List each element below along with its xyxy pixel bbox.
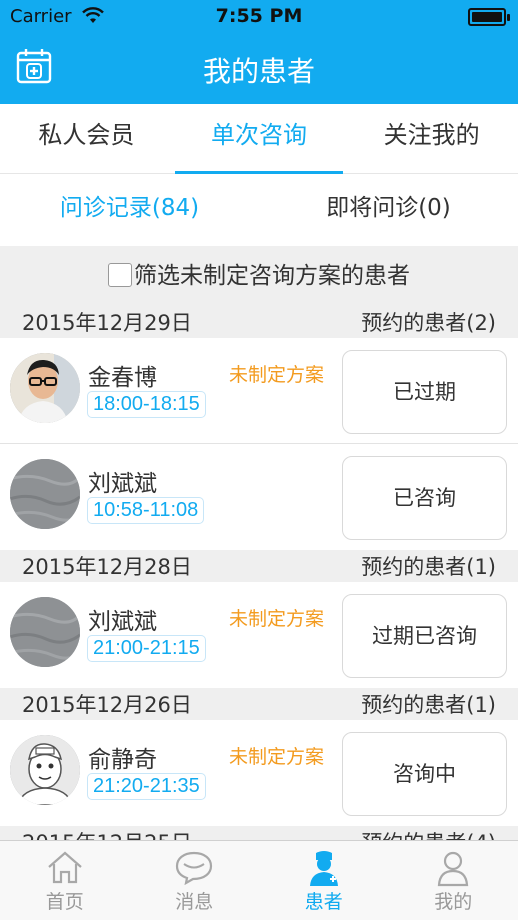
status-bar: Carrier 7:55 PM (0, 0, 518, 34)
tabbar-profile[interactable]: 我的 (389, 841, 518, 920)
time-badge: 10:58-11:08 (87, 497, 205, 524)
status-button[interactable]: 已过期 (342, 350, 507, 434)
avatar (10, 353, 80, 423)
appointment-count: 预约的患者(4) (361, 827, 496, 840)
avatar (10, 597, 80, 667)
appointment-count: 预约的患者(1) (361, 555, 496, 579)
tab-followers[interactable]: 关注我的 (345, 104, 518, 173)
tab-label: 单次咨询 (211, 121, 307, 149)
date-header: 2015年12月29日 预约的患者(2) (0, 306, 518, 338)
tabbar-label: 消息 (175, 891, 214, 913)
bottom-tab-bar: 首页 消息 患者 我的 (0, 840, 518, 920)
filter-checkbox[interactable] (108, 263, 132, 287)
tabbar-label: 患者 (304, 891, 343, 913)
date-label: 2015年12月25日 (22, 827, 192, 840)
avatar (10, 735, 80, 805)
patient-row[interactable]: 金春博 未制定方案 18:00-18:15 已过期 (0, 338, 518, 444)
avatar (10, 459, 80, 529)
unplanned-tag: 未制定方案 (229, 364, 325, 386)
patient-row[interactable]: 刘斌斌 未制定方案 21:00-21:15 过期已咨询 (0, 582, 518, 688)
appointment-count: 预约的患者(1) (361, 693, 496, 717)
patient-list[interactable]: 2015年12月29日 预约的患者(2) 金春博 未制定方案 18:00-18:… (0, 306, 518, 840)
patient-name: 俞静奇 (88, 747, 157, 773)
time-badge: 18:00-18:15 (87, 391, 206, 418)
tabbar-label: 首页 (45, 891, 84, 913)
filter-row[interactable]: 筛选未制定咨询方案的患者 (0, 246, 518, 306)
status-button[interactable]: 已咨询 (342, 456, 507, 540)
sub-tabs: 问诊记录(84) 即将问诊(0) (0, 174, 518, 246)
status-time: 7:55 PM (215, 5, 303, 27)
date-label: 2015年12月29日 (22, 311, 192, 335)
date-label: 2015年12月26日 (22, 693, 192, 717)
patient-nurse-icon (309, 851, 338, 886)
filter-label: 筛选未制定咨询方案的患者 (134, 263, 410, 289)
subtab-upcoming-consults[interactable]: 即将问诊(0) (259, 174, 518, 246)
patient-name: 刘斌斌 (88, 471, 157, 497)
tab-label: 关注我的 (383, 121, 480, 149)
top-tabs: 私人会员 单次咨询 关注我的 (0, 104, 518, 174)
date-header: 2015年12月26日 预约的患者(1) (0, 688, 518, 720)
patient-row[interactable]: 刘斌斌 10:58-11:08 已咨询 (0, 444, 518, 550)
time-badge: 21:00-21:15 (87, 635, 206, 662)
date-header: 2015年12月25日 预约的患者(4) (0, 826, 518, 840)
page-title: 我的患者 (202, 55, 315, 88)
battery-icon (468, 8, 510, 26)
home-icon (48, 851, 82, 884)
tab-single-consult[interactable]: 单次咨询 (173, 104, 346, 174)
tabbar-patients[interactable]: 患者 (259, 841, 389, 920)
user-profile-icon (438, 851, 469, 887)
tabbar-home[interactable]: 首页 (0, 841, 130, 920)
patient-name: 金春博 (88, 365, 157, 391)
patient-name: 刘斌斌 (88, 609, 157, 635)
tabbar-label: 我的 (434, 891, 473, 913)
appointment-count: 预约的患者(2) (361, 311, 496, 335)
status-button[interactable]: 咨询中 (342, 732, 507, 816)
tabbar-messages[interactable]: 消息 (130, 841, 260, 920)
nav-bar: 我的患者 (0, 34, 518, 104)
time-badge: 21:20-21:35 (87, 773, 206, 800)
unplanned-tag: 未制定方案 (229, 746, 325, 768)
patient-row[interactable]: 俞静奇 未制定方案 21:20-21:35 咨询中 (0, 720, 518, 826)
status-button[interactable]: 过期已咨询 (342, 594, 507, 678)
tab-private-member[interactable]: 私人会员 (0, 104, 173, 173)
date-header: 2015年12月28日 预约的患者(1) (0, 550, 518, 582)
subtab-consult-records[interactable]: 问诊记录(84) (0, 174, 259, 246)
tab-label: 私人会员 (38, 121, 135, 149)
date-label: 2015年12月28日 (22, 555, 192, 579)
message-bubble-icon (176, 851, 213, 885)
unplanned-tag: 未制定方案 (229, 608, 325, 630)
